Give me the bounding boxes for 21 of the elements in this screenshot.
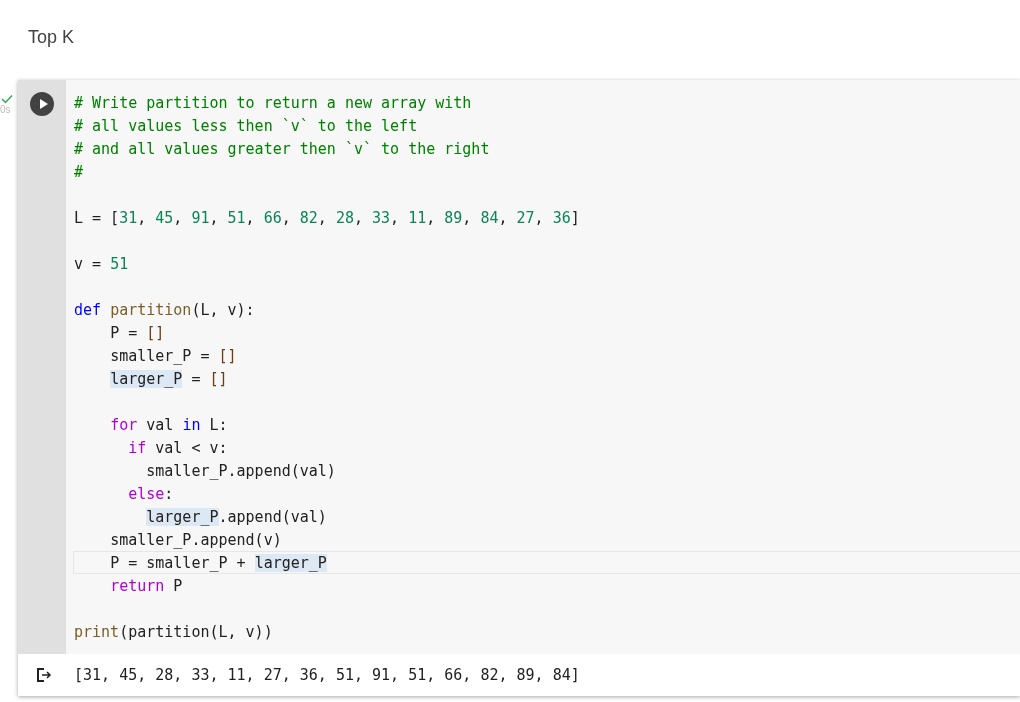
code-line: smaller_P = []: [109, 346, 238, 367]
code-line: return P: [109, 576, 184, 597]
code-line: # all values less then `v` to the left: [73, 116, 419, 137]
code-line: v = 51: [73, 254, 130, 275]
code-line: L = [31, 45, 91, 51, 66, 82, 28, 33, 11, 89, 84, 27, 36]: [73, 208, 581, 229]
code-line: P = []: [109, 323, 166, 344]
execution-time: 0s: [0, 104, 11, 116]
code-line: for val in L:: [109, 415, 229, 436]
code-line: else:: [127, 484, 175, 505]
code-line: larger_P.append(val): [145, 507, 328, 528]
notebook-heading: Top K: [27, 26, 76, 49]
code-line: # and all values greater then `v` to the right: [73, 139, 491, 160]
code-line: #: [73, 162, 85, 183]
code-line: print(partition(L, v)): [73, 622, 274, 643]
code-line: smaller_P.append(val): [145, 461, 337, 482]
output-text: [31, 45, 28, 33, 11, 27, 36, 51, 91, 51, 66, 82, 89, 84]: [74, 666, 580, 684]
code-line: smaller_P.append(v): [109, 530, 283, 551]
code-line: # Write partition to return a new array with: [73, 93, 473, 114]
code-line: if val < v:: [127, 438, 229, 459]
code-line: def partition(L, v):: [73, 300, 256, 321]
code-line: P = smaller_P + larger_P: [73, 551, 1020, 574]
